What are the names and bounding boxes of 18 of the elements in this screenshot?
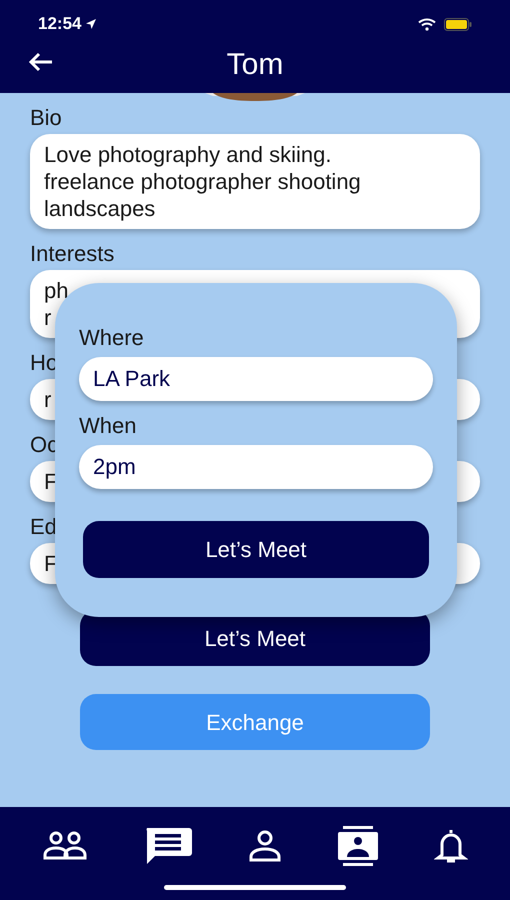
- status-time: 12:54: [38, 13, 82, 36]
- contact-card-icon[interactable]: [337, 826, 380, 866]
- battery-icon: [444, 18, 472, 30]
- location-arrow-icon: [85, 18, 98, 30]
- profile-field[interactable]: Love photography and skiing. freelance photographer shooting landscapes: [30, 134, 480, 229]
- popup-label: Where: [79, 325, 145, 351]
- popup-label: When: [79, 413, 138, 439]
- popup-input-field[interactable]: LA Park: [79, 357, 433, 401]
- wifi-icon: [418, 18, 436, 30]
- field-label: Bio: [30, 105, 62, 131]
- header-title: Tom: [226, 47, 284, 83]
- group-icon[interactable]: [42, 830, 88, 862]
- back-arrow-icon[interactable]: [28, 52, 54, 72]
- field-label: Interests: [30, 241, 114, 267]
- popup-input-field[interactable]: 2pm: [79, 445, 433, 489]
- bell-icon[interactable]: [434, 827, 468, 865]
- lets-meet-button[interactable]: Let’s Meet: [83, 521, 429, 578]
- person-icon[interactable]: [248, 829, 282, 863]
